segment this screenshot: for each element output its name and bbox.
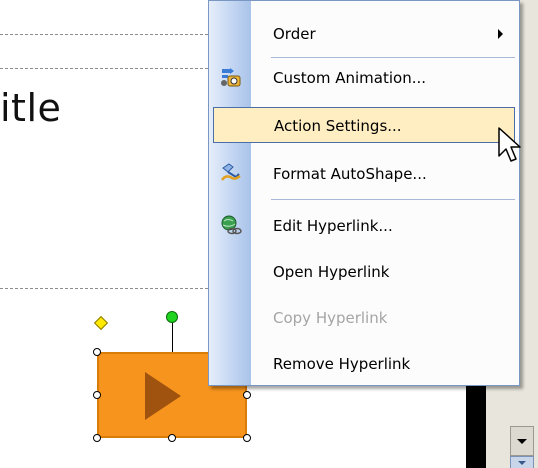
menu-item-label: Edit Hyperlink... (273, 217, 393, 235)
next-slide-button[interactable] (510, 456, 534, 468)
edit-hyperlink-icon (220, 215, 242, 235)
menu-item-label: Format AutoShape... (273, 165, 427, 183)
menu-separator (271, 199, 515, 200)
title-placeholder-border (0, 68, 208, 69)
mouse-cursor-icon (498, 127, 521, 162)
content-placeholder-border (0, 288, 208, 289)
menu-item-action-settings[interactable]: Action Settings... (213, 107, 515, 143)
resize-handle-bottom[interactable] (168, 434, 176, 442)
resize-handle-bottom-left[interactable] (93, 434, 101, 442)
menu-item-remove-hyperlink[interactable]: Remove Hyperlink (211, 345, 517, 381)
adjustment-handle[interactable] (93, 315, 109, 331)
menu-item-order[interactable]: Order (211, 15, 517, 51)
menu-item-label: Order (273, 25, 316, 43)
chevron-down-icon (517, 439, 527, 444)
rotation-handle-line (172, 320, 173, 352)
submenu-arrow-icon (498, 29, 503, 39)
scroll-down-button[interactable] (510, 426, 534, 456)
resize-handle-left[interactable] (93, 391, 101, 399)
menu-item-copy-hyperlink: Copy Hyperlink (211, 299, 517, 335)
slide-title-text[interactable]: itle (0, 86, 61, 130)
play-icon (145, 372, 181, 420)
menu-item-label: Action Settings... (274, 117, 402, 135)
title-placeholder-top-border (0, 34, 208, 35)
menu-item-custom-animation[interactable]: Custom Animation... (211, 59, 517, 95)
resize-handle-right[interactable] (243, 391, 251, 399)
format-autoshape-icon (220, 163, 242, 183)
rotation-handle[interactable] (166, 311, 178, 323)
menu-item-label: Custom Animation... (273, 69, 427, 87)
resize-handle-bottom-right[interactable] (243, 434, 251, 442)
menu-item-label: Copy Hyperlink (273, 309, 388, 327)
menu-item-format-autoshape[interactable]: Format AutoShape... (211, 155, 517, 191)
menu-separator (271, 57, 515, 58)
custom-animation-icon (220, 67, 242, 87)
menu-item-open-hyperlink[interactable]: Open Hyperlink (211, 253, 517, 289)
menu-item-label: Open Hyperlink (273, 263, 390, 281)
context-menu: Order Custom Animation... Action Setting… (208, 0, 520, 386)
menu-item-label: Remove Hyperlink (273, 355, 411, 373)
menu-item-edit-hyperlink[interactable]: Edit Hyperlink... (211, 207, 517, 243)
resize-handle-top-left[interactable] (93, 348, 101, 356)
chevron-down-icon (518, 461, 526, 465)
